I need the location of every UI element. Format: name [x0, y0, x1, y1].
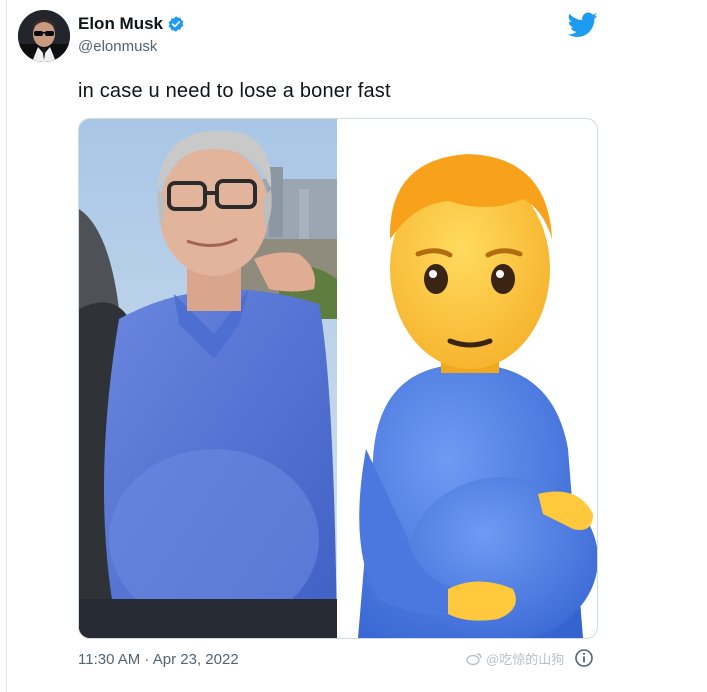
tweet-text: in case u need to lose a boner fast [78, 80, 391, 102]
tweet-header: Elon Musk @elonmusk [18, 10, 604, 64]
tweet-card: Elon Musk @elonmusk in case u need to lo… [0, 0, 606, 692]
verified-badge-icon [168, 16, 184, 32]
display-name[interactable]: Elon Musk [78, 14, 185, 34]
display-name-text: Elon Musk [78, 14, 164, 33]
watermark-text: @吃惊的山狗 [486, 652, 565, 667]
tweet-timestamp[interactable]: 11:30 AM · Apr 23, 2022 [78, 651, 239, 668]
thread-line [6, 0, 7, 692]
watermark: @吃惊的山狗 [466, 649, 564, 668]
avatar[interactable] [18, 10, 70, 62]
pregnant-man-emoji-icon [338, 119, 597, 638]
media-photo-left[interactable] [79, 119, 337, 638]
media-photo-right[interactable] [338, 119, 597, 638]
twitter-bird-icon[interactable] [568, 12, 598, 38]
man-photo [79, 119, 337, 638]
weibo-logo-icon [466, 652, 482, 665]
user-handle[interactable]: @elonmusk [78, 38, 157, 55]
avatar-image [18, 10, 70, 62]
info-icon[interactable] [574, 648, 594, 668]
tweet-media[interactable] [78, 118, 598, 639]
